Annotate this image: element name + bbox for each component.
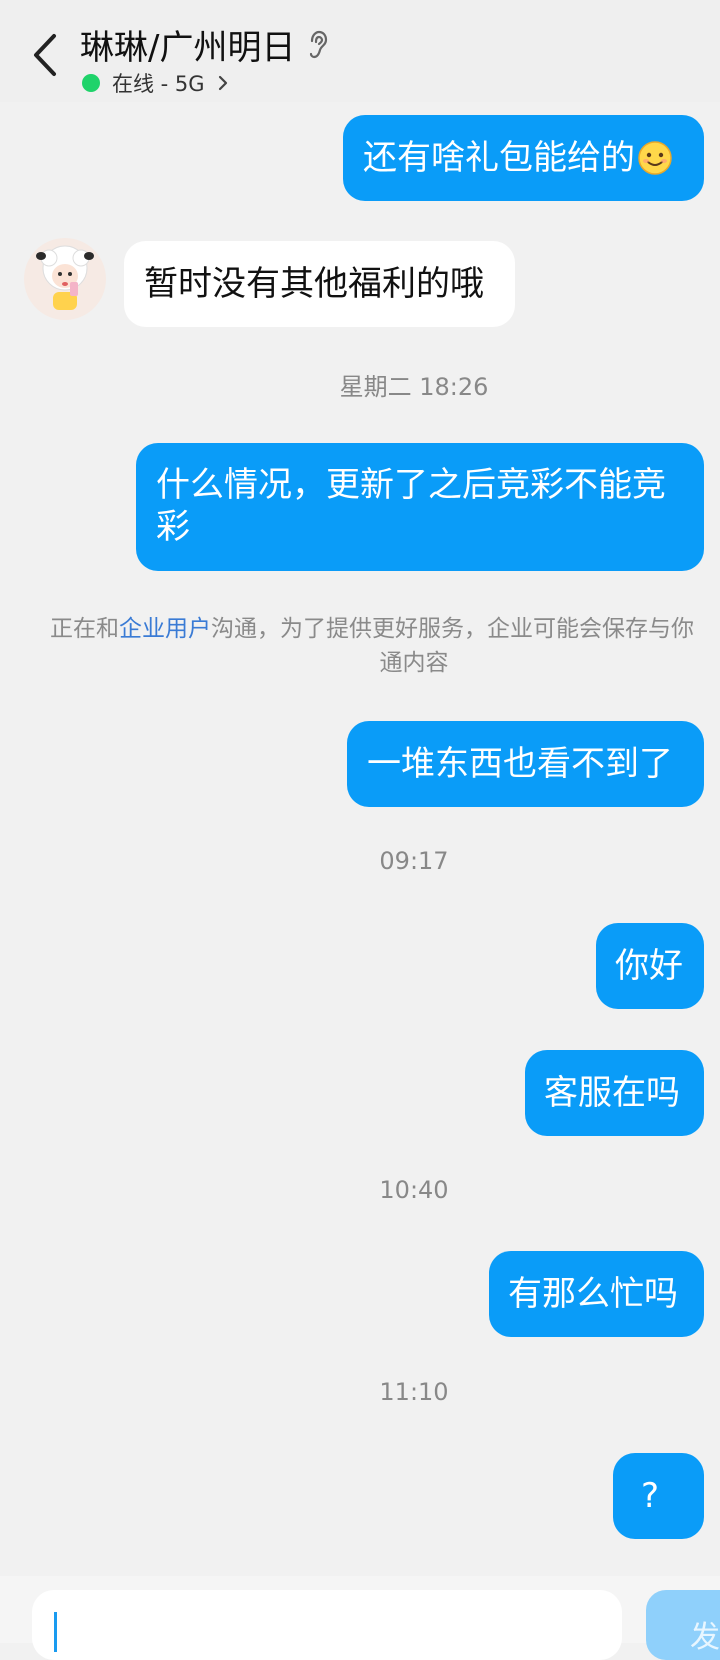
text-cursor (54, 1612, 57, 1652)
timestamp: 星期二 18:26 (339, 373, 489, 401)
smile-emoji-icon (637, 140, 673, 176)
send-button[interactable]: 发 (646, 1590, 720, 1660)
timestamp: 09:17 (379, 847, 449, 875)
message-text: 还有啥礼包能给的 (363, 138, 635, 178)
notice-text-after: 沟通，为了提供更好服务，企业可能会保存与你 (211, 616, 694, 642)
message-text: 暂时没有其他福利的哦 (144, 264, 484, 304)
message-text: ? (641, 1476, 660, 1516)
message-text: 客服在吗 (544, 1073, 680, 1113)
message-text: 什么情况，更新了之后竞彩不能竞彩 (156, 465, 666, 547)
enterprise-user-link[interactable]: 企业用户 (119, 616, 211, 642)
timestamp: 10:40 (379, 1176, 449, 1204)
message-text: 一堆东西也看不到了 (367, 744, 673, 784)
message-bubble-out[interactable]: 客服在吗 (525, 1050, 704, 1136)
notice-line2: 通内容 (379, 650, 449, 676)
message-bubble-out[interactable]: 有那么忙吗 (489, 1251, 704, 1337)
online-dot-icon (82, 74, 100, 92)
ear-icon[interactable] (307, 30, 329, 60)
message-bubble-out[interactable]: 什么情况，更新了之后竞彩不能竞彩 (136, 443, 704, 571)
online-status[interactable]: 在线 - 5G (82, 68, 229, 98)
message-bubble-out[interactable]: 一堆东西也看不到了 (347, 721, 704, 807)
message-bubble-out[interactable]: 你好 (596, 923, 704, 1009)
status-text: 在线 - 5G (112, 72, 205, 96)
message-input[interactable] (32, 1590, 622, 1660)
message-bubble-out[interactable]: ? (613, 1453, 704, 1539)
enterprise-notice: 正在和企业用户沟通，为了提供更好服务，企业可能会保存与你 通内容 (50, 612, 720, 676)
message-bubble-out[interactable]: 还有啥礼包能给的 (343, 115, 704, 201)
chat-header: 琳琳/广州明日 在线 - 5G (0, 0, 720, 102)
message-text: 你好 (615, 946, 683, 986)
contact-name[interactable]: 琳琳/广州明日 (80, 20, 295, 69)
back-button[interactable] (28, 30, 62, 80)
notice-text-before: 正在和 (50, 616, 119, 642)
chevron-left-icon (34, 34, 56, 76)
chevron-right-icon (217, 74, 229, 92)
avatar[interactable] (24, 238, 106, 320)
timestamp: 11:10 (379, 1378, 449, 1406)
message-text: 有那么忙吗 (508, 1274, 678, 1314)
message-bubble-in[interactable]: 暂时没有其他福利的哦 (124, 241, 515, 327)
